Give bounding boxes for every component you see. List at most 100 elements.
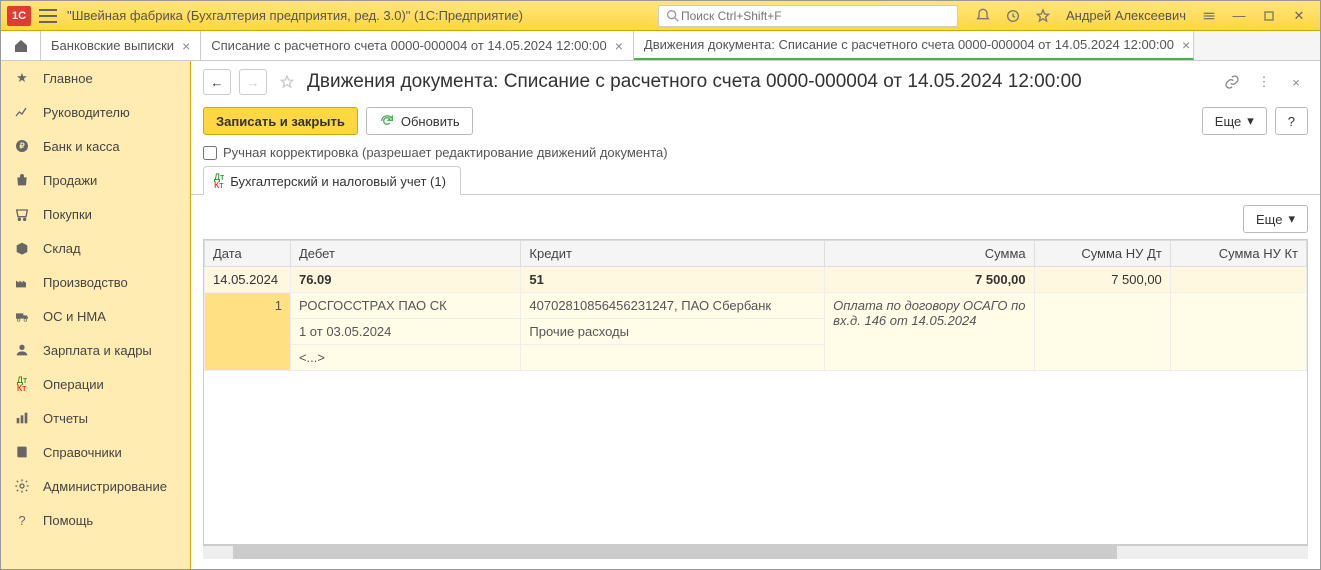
cell: Оплата по договору ОСАГО по вх.д. 146 от… — [825, 293, 1034, 371]
cell: 76.09 — [290, 267, 520, 293]
button-label: ? — [1288, 114, 1295, 129]
sidebar-item-operations[interactable]: ДтКтОперации — [1, 367, 190, 401]
user-menu-icon[interactable] — [1196, 5, 1222, 27]
chart-icon — [13, 103, 31, 121]
close-icon[interactable]: × — [1284, 70, 1308, 94]
help-button[interactable]: ? — [1275, 107, 1308, 135]
content-header: ← → Движения документа: Списание с расче… — [191, 61, 1320, 103]
home-tab[interactable] — [1, 31, 41, 60]
dtkt-icon: ДтКт — [214, 173, 224, 189]
sidebar-item-label: Склад — [43, 241, 81, 256]
horizontal-scrollbar[interactable] — [203, 545, 1308, 559]
cell: 1 — [205, 293, 291, 371]
chevron-down-icon: ▾ — [1288, 211, 1295, 227]
cell — [1170, 293, 1306, 371]
save-close-button[interactable]: Записать и закрыть — [203, 107, 358, 135]
close-icon[interactable]: × — [1182, 37, 1190, 53]
manual-edit-row: Ручная корректировка (разрешает редактир… — [191, 139, 1320, 166]
sidebar-item-assets[interactable]: ОС и НМА — [1, 299, 190, 333]
back-button[interactable]: ← — [203, 69, 231, 95]
sidebar-item-label: Продажи — [43, 173, 97, 188]
table-row[interactable]: 14.05.2024 76.09 51 7 500,00 7 500,00 — [205, 267, 1307, 293]
favorite-button[interactable] — [275, 70, 299, 94]
table-more-button[interactable]: Еще ▾ — [1243, 205, 1308, 233]
link-icon[interactable] — [1220, 70, 1244, 94]
sidebar-item-label: Помощь — [43, 513, 93, 528]
sidebar-item-help[interactable]: ? Помощь — [1, 503, 190, 537]
cell: 40702810856456231247, ПАО Сбербанк — [521, 293, 825, 319]
close-icon[interactable]: × — [615, 38, 623, 54]
sidebar-item-label: ОС и НМА — [43, 309, 106, 324]
tab-bank-statements[interactable]: Банковские выписки × — [41, 31, 201, 60]
sidebar-item-label: Покупки — [43, 207, 92, 222]
close-button[interactable]: ✕ — [1284, 5, 1314, 27]
help-icon: ? — [13, 511, 31, 529]
table-toolbar: Еще ▾ — [203, 205, 1308, 233]
sidebar-item-production[interactable]: Производство — [1, 265, 190, 299]
sidebar-item-bank[interactable]: ₽ Банк и касса — [1, 129, 190, 163]
svg-text:₽: ₽ — [19, 142, 24, 151]
sidebar-item-label: Производство — [43, 275, 128, 290]
sidebar-item-manager[interactable]: Руководителю — [1, 95, 190, 129]
box-icon — [13, 239, 31, 257]
bell-icon[interactable] — [970, 5, 996, 27]
close-icon[interactable]: × — [182, 38, 190, 54]
sidebar-item-purchases[interactable]: Покупки — [1, 197, 190, 231]
subtab-accounting[interactable]: ДтКт Бухгалтерский и налоговый учет (1) — [203, 166, 461, 195]
col-credit[interactable]: Кредит — [521, 241, 825, 267]
sidebar-item-reports[interactable]: Отчеты — [1, 401, 190, 435]
toolbar: Записать и закрыть Обновить Еще ▾ ? — [191, 103, 1320, 139]
search-icon — [665, 8, 681, 24]
manual-edit-checkbox[interactable] — [203, 146, 217, 160]
col-nu-kt[interactable]: Сумма НУ Кт — [1170, 241, 1306, 267]
sidebar-item-references[interactable]: Справочники — [1, 435, 190, 469]
book-icon — [13, 443, 31, 461]
sidebar: ★Главное Руководителю ₽ Банк и касса Прод… — [1, 61, 191, 569]
col-date[interactable]: Дата — [205, 241, 291, 267]
tab-label: Банковские выписки — [51, 38, 174, 53]
maximize-button[interactable] — [1254, 5, 1284, 27]
history-icon[interactable] — [1000, 5, 1026, 27]
page-title: Движения документа: Списание с расчетног… — [307, 71, 1212, 93]
sidebar-item-main[interactable]: ★Главное — [1, 61, 190, 95]
cell: 14.05.2024 — [205, 267, 291, 293]
more-button[interactable]: Еще ▾ — [1202, 107, 1267, 135]
sidebar-item-label: Банк и касса — [43, 139, 120, 154]
dtkt-icon: ДтКт — [13, 375, 31, 393]
subtab-label: Бухгалтерский и налоговый учет (1) — [230, 174, 446, 189]
sidebar-item-sales[interactable]: Продажи — [1, 163, 190, 197]
sidebar-item-warehouse[interactable]: Склад — [1, 231, 190, 265]
table-row[interactable]: 1 РОСГОССТРАХ ПАО СК 4070281085645623124… — [205, 293, 1307, 319]
minimize-button[interactable]: — — [1224, 5, 1254, 27]
factory-icon — [13, 273, 31, 291]
sidebar-item-label: Справочники — [43, 445, 122, 460]
tab-label: Движения документа: Списание с расчетног… — [644, 37, 1174, 52]
search-input[interactable] — [681, 9, 951, 23]
cell: 1 от 03.05.2024 — [290, 319, 520, 345]
col-debit[interactable]: Дебет — [290, 241, 520, 267]
col-nu-dt[interactable]: Сумма НУ Дт — [1034, 241, 1170, 267]
sidebar-item-salary[interactable]: Зарплата и кадры — [1, 333, 190, 367]
bag-icon — [13, 171, 31, 189]
col-sum[interactable]: Сумма — [825, 241, 1034, 267]
forward-button[interactable]: → — [239, 69, 267, 95]
table-header-row: Дата Дебет Кредит Сумма Сумма НУ Дт Сумм… — [205, 241, 1307, 267]
grid[interactable]: Дата Дебет Кредит Сумма Сумма НУ Дт Сумм… — [203, 239, 1308, 545]
table-area: Еще ▾ Дата Дебет Кредит Сумма Сумма НУ Д… — [191, 195, 1320, 569]
bars-icon — [13, 409, 31, 427]
truck-icon — [13, 307, 31, 325]
ruble-icon: ₽ — [13, 137, 31, 155]
refresh-button[interactable]: Обновить — [366, 107, 473, 135]
scrollbar-thumb[interactable] — [233, 546, 1117, 559]
search-box[interactable] — [658, 5, 958, 27]
button-label: Еще — [1256, 212, 1282, 227]
tab-movements[interactable]: Движения документа: Списание с расчетног… — [634, 31, 1194, 60]
sidebar-item-label: Главное — [43, 71, 93, 86]
sidebar-item-admin[interactable]: Администрирование — [1, 469, 190, 503]
cart-icon — [13, 205, 31, 223]
kebab-icon[interactable]: ⋮ — [1252, 70, 1276, 94]
menu-icon[interactable] — [39, 9, 57, 23]
star-icon[interactable] — [1030, 5, 1056, 27]
tab-writeoff[interactable]: Списание с расчетного счета 0000-000004 … — [201, 31, 634, 60]
user-name[interactable]: Андрей Алексеевич — [1066, 8, 1186, 23]
